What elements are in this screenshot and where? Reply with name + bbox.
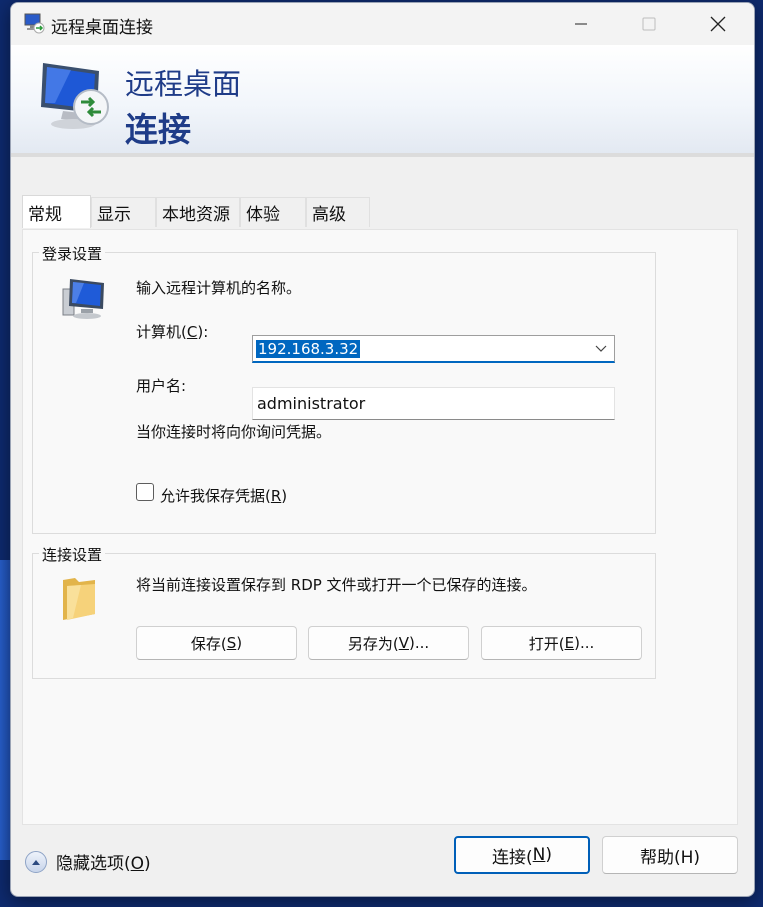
save-button-prefix: 保存( bbox=[190, 634, 227, 653]
computer-combobox-value[interactable]: 192.168.3.32 bbox=[256, 340, 361, 358]
credentials-note: 当你连接时将向你询问凭据。 bbox=[136, 423, 332, 441]
save-as-button-prefix: 另存为( bbox=[347, 634, 399, 653]
save-button-suffix: ) bbox=[236, 634, 243, 652]
tab-local-resources[interactable]: 本地资源 bbox=[156, 197, 240, 227]
help-button[interactable]: 帮助(H) bbox=[602, 836, 738, 874]
computer-label-accesskey: C bbox=[186, 323, 198, 341]
header-banner: 远程桌面 连接 bbox=[11, 45, 754, 157]
maximize-button[interactable] bbox=[614, 3, 684, 45]
hide-options-prefix: 隐藏选项( bbox=[56, 854, 131, 874]
login-settings-group: 登录设置 输入远程计算机的名称。 计算机(C): 192.168.3.32 用户… bbox=[32, 243, 656, 534]
save-button-accesskey: S bbox=[226, 634, 237, 652]
connect-button-suffix: ) bbox=[545, 845, 552, 865]
open-button-suffix: )... bbox=[574, 634, 595, 652]
open-button-accesskey: E bbox=[564, 634, 575, 652]
general-tab-panel: 登录设置 输入远程计算机的名称。 计算机(C): 192.168.3.32 用户… bbox=[22, 229, 738, 825]
save-as-button-suffix: )... bbox=[408, 634, 430, 652]
tab-general[interactable]: 常规 bbox=[22, 195, 91, 228]
window-title: 远程桌面连接 bbox=[51, 18, 153, 38]
save-button[interactable]: 保存(S) bbox=[136, 626, 297, 660]
save-as-button[interactable]: 另存为(V)... bbox=[308, 626, 469, 660]
computer-icon bbox=[62, 279, 104, 319]
hide-options-label[interactable]: 隐藏选项(O) bbox=[56, 849, 151, 874]
computer-label-prefix: 计算机( bbox=[136, 323, 187, 341]
close-icon bbox=[710, 16, 726, 32]
computer-name-prompt: 输入远程计算机的名称。 bbox=[136, 279, 302, 297]
save-as-button-accesskey: V bbox=[398, 634, 409, 652]
close-button[interactable] bbox=[683, 3, 753, 45]
computer-combobox[interactable]: 192.168.3.32 bbox=[252, 335, 615, 363]
tab-display[interactable]: 显示 bbox=[91, 197, 156, 227]
save-credentials-accesskey: R bbox=[270, 487, 282, 505]
chevron-up-icon bbox=[32, 859, 40, 865]
open-button-prefix: 打开( bbox=[528, 634, 565, 653]
banner-subtitle: 连接 bbox=[125, 110, 191, 149]
username-label: 用户名: bbox=[136, 377, 187, 395]
hide-options-toggle[interactable]: 隐藏选项(O) bbox=[25, 849, 151, 874]
hide-options-suffix: ) bbox=[144, 854, 151, 874]
chevron-down-icon[interactable] bbox=[594, 341, 608, 355]
title-bar[interactable]: 远程桌面连接 bbox=[11, 3, 754, 45]
login-settings-label: 登录设置 bbox=[39, 243, 106, 264]
save-credentials-suffix: ) bbox=[281, 487, 288, 505]
computer-label: 计算机(C): bbox=[136, 321, 208, 342]
minimize-button[interactable] bbox=[546, 3, 616, 45]
rdp-dialog: 远程桌面连接 远程桌面 连接 常规 显示 本地资源 体验 高级 登录设置 输入远… bbox=[10, 2, 755, 897]
connection-settings-label: 连接设置 bbox=[39, 544, 106, 565]
minimize-icon bbox=[575, 23, 587, 25]
save-credentials-checkbox[interactable] bbox=[136, 483, 154, 501]
connection-description: 将当前连接设置保存到 RDP 文件或打开一个已保存的连接。 bbox=[136, 576, 537, 594]
open-button[interactable]: 打开(E)... bbox=[481, 626, 642, 660]
connect-button-prefix: 连接( bbox=[492, 847, 533, 868]
remote-desktop-app-icon bbox=[24, 13, 45, 34]
save-credentials-label[interactable]: 允许我保存凭据(R) bbox=[160, 485, 287, 506]
computer-label-suffix: ): bbox=[197, 323, 209, 341]
hide-options-accesskey: O bbox=[130, 854, 145, 874]
tab-experience[interactable]: 体验 bbox=[240, 197, 306, 227]
save-credentials-prefix: 允许我保存凭据( bbox=[160, 487, 271, 505]
collapse-chevron-icon[interactable] bbox=[25, 850, 47, 873]
username-field[interactable]: administrator bbox=[252, 387, 615, 420]
connection-settings-group: 连接设置 将当前连接设置保存到 RDP 文件或打开一个已保存的连接。 保存(S)… bbox=[32, 544, 656, 679]
connect-button[interactable]: 连接(N) bbox=[454, 836, 590, 874]
connect-button-accesskey: N bbox=[532, 845, 546, 865]
banner-title: 远程桌面 bbox=[125, 67, 242, 101]
folder-icon bbox=[63, 578, 95, 620]
remote-desktop-logo-icon bbox=[41, 63, 109, 129]
maximize-icon bbox=[642, 17, 656, 31]
username-value: administrator bbox=[257, 394, 366, 413]
tab-advanced[interactable]: 高级 bbox=[306, 197, 370, 227]
